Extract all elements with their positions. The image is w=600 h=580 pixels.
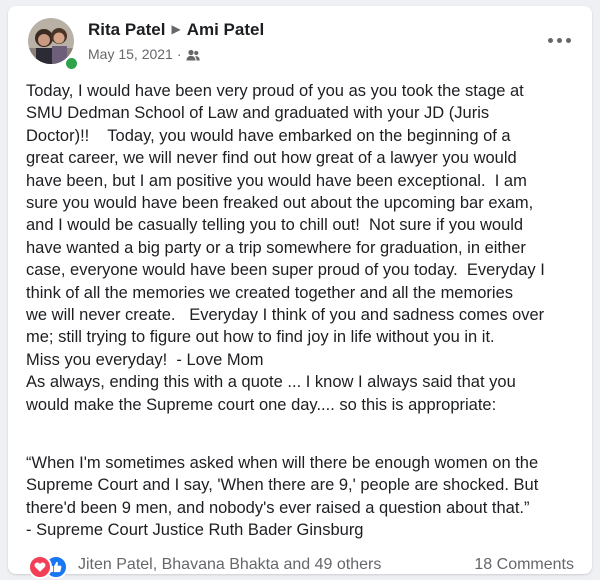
author-name[interactable]: Rita Patel [88, 20, 165, 39]
post-header: Rita Patel ▶ Ami Patel [88, 20, 264, 40]
post-body-line: think of all the memories we created tog… [26, 283, 513, 302]
post-date[interactable]: May 15, 2021 [88, 46, 173, 62]
quote-attribution: - Supreme Court Justice Ruth Bader Ginsb… [26, 521, 364, 540]
post-body-line: Doctor)!! Today, you would have embarked… [26, 126, 511, 145]
post-body-line: we will never create. Everyday I think o… [26, 306, 545, 325]
post-body-line: have wanted a big party or a trip somewh… [26, 238, 526, 257]
post-card: Rita Patel ▶ Ami Patel May 15, 2021 · Today… [8, 6, 592, 579]
friends-icon[interactable] [186, 48, 200, 64]
post-body-line: sure you would have been freaked out abo… [26, 194, 534, 213]
quote-line: “When I'm sometimes asked when will ther… [26, 454, 539, 472]
reactions-bar: Jiten Patel, Bhavana Bhakta and 49 other… [28, 554, 574, 579]
post-body-line: have been, but I am positive you would h… [26, 171, 527, 190]
post-body-line: great career, we will never find out how… [26, 149, 517, 168]
love-icon [28, 555, 52, 579]
reaction-icons[interactable] [28, 555, 70, 579]
reactors-text[interactable]: Jiten Patel, Bhavana Bhakta and 49 other… [78, 556, 381, 574]
post-body-line: and I would be casually telling you to c… [26, 216, 524, 235]
quote-block: “When I'm sometimes asked when will ther… [26, 452, 586, 542]
post-body-line: SMU Dedman School of Law and graduated w… [26, 104, 490, 123]
post-body-line: As always, ending this with a quote ... … [26, 373, 516, 392]
dot-icon [565, 37, 571, 43]
online-status-dot [64, 56, 79, 71]
post-body: Today, I would have been very proud of y… [26, 80, 586, 416]
dot-icon [547, 37, 553, 43]
post-body-line: would make the Supreme court one day....… [26, 395, 497, 414]
post-body-line: Today, I would have been very proud of y… [26, 82, 524, 100]
quote-line: Supreme Court and I say, 'When there are… [26, 476, 539, 495]
more-options-button[interactable] [544, 28, 574, 52]
recipient-name[interactable]: Ami Patel [187, 20, 264, 39]
meta-separator: · [176, 46, 182, 62]
post-body-line: case, everyone would have been super pro… [26, 261, 545, 280]
dot-icon [556, 37, 562, 43]
post-body-line: me; still trying to figure out how to fi… [26, 328, 495, 347]
comments-count[interactable]: 18 Comments [474, 556, 574, 574]
post-body-line: Miss you everyday! - Love Mom [26, 350, 264, 369]
post-meta: May 15, 2021 · [88, 46, 200, 64]
arrow-right-icon: ▶ [171, 22, 181, 36]
quote-line: there'd been 9 men, and nobody's ever ra… [26, 498, 530, 517]
